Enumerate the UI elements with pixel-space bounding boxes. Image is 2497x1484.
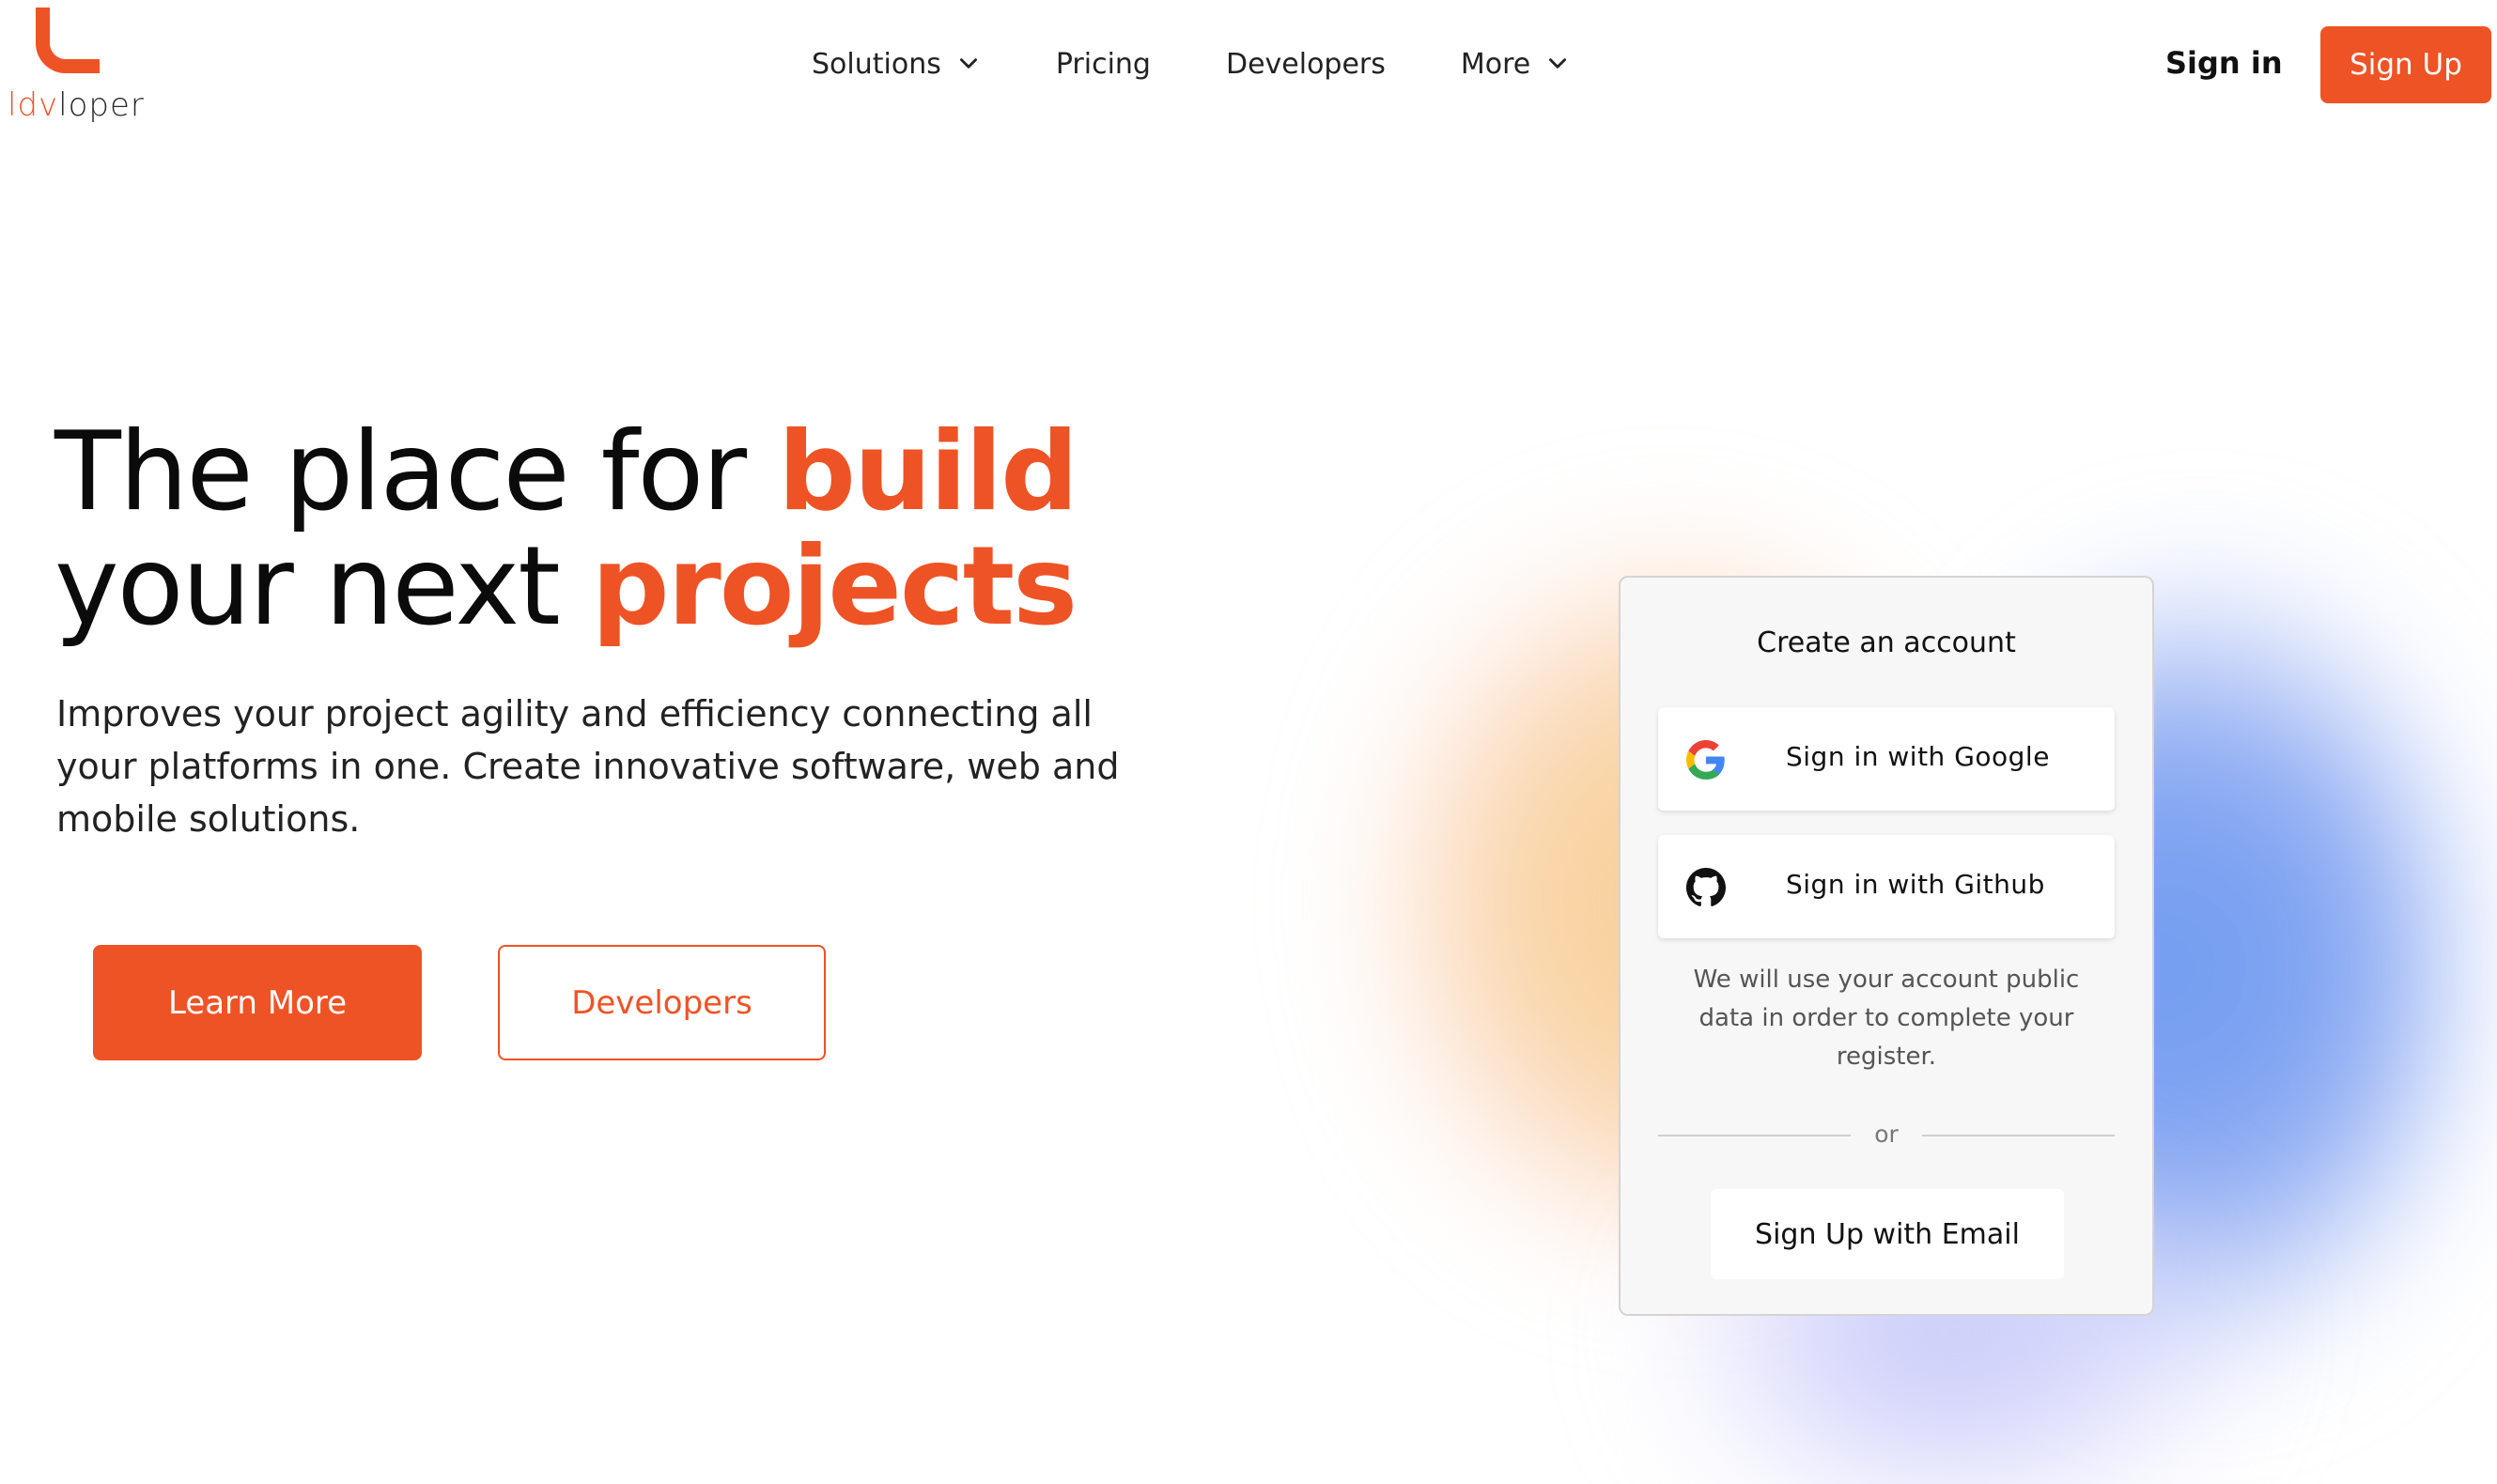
google-icon <box>1686 740 1725 780</box>
hero-description: Improves your project agility and effici… <box>56 693 1120 840</box>
github-button-label: Sign in with Github <box>1786 869 2045 900</box>
main-nav: Solutions Pricing Developers More <box>812 41 1570 86</box>
hero-highlight-projects: projects <box>591 523 1078 650</box>
sign-up-email-button[interactable]: Sign Up with Email <box>1711 1189 2064 1279</box>
github-sign-in-button[interactable]: Sign in with Github <box>1658 835 2115 938</box>
chevron-down-icon <box>1549 58 1567 69</box>
sign-up-button[interactable]: Sign Up <box>2320 26 2491 103</box>
nav-label: More <box>1460 47 1531 81</box>
nav-item-solutions[interactable]: Solutions <box>812 48 981 81</box>
google-button-label: Sign in with Google <box>1786 741 2050 772</box>
create-account-card: Create an account Sign in with Google Si… <box>1619 576 2154 1316</box>
hero-title: The place for build your next projects <box>54 409 1078 650</box>
card-title: Create an account <box>1757 626 2016 659</box>
learn-more-button[interactable]: Learn More <box>93 945 422 1060</box>
nav-label: Solutions <box>812 47 941 81</box>
logo-mark <box>36 8 100 73</box>
divider-line <box>1922 1135 2115 1136</box>
nav-item-developers[interactable]: Developers <box>1226 48 1386 81</box>
google-sign-in-button[interactable]: Sign in with Google <box>1658 707 2115 811</box>
hero-highlight-build: build <box>777 409 1078 535</box>
or-divider: or <box>1658 1121 2115 1149</box>
nav-item-more[interactable]: More <box>1461 48 1570 81</box>
nav-label: Pricing <box>1055 47 1151 81</box>
sign-in-link[interactable]: Sign in <box>2165 45 2283 81</box>
logo-text: ldvloper <box>8 86 145 124</box>
nav-label: Developers <box>1225 47 1386 81</box>
brand-logo[interactable]: ldvloper <box>8 8 148 130</box>
github-icon <box>1686 868 1726 906</box>
privacy-note: We will use your account public data in … <box>1693 966 2080 1071</box>
developers-button[interactable]: Developers <box>498 945 826 1060</box>
nav-item-pricing[interactable]: Pricing <box>1056 48 1151 81</box>
chevron-down-icon <box>959 58 977 69</box>
